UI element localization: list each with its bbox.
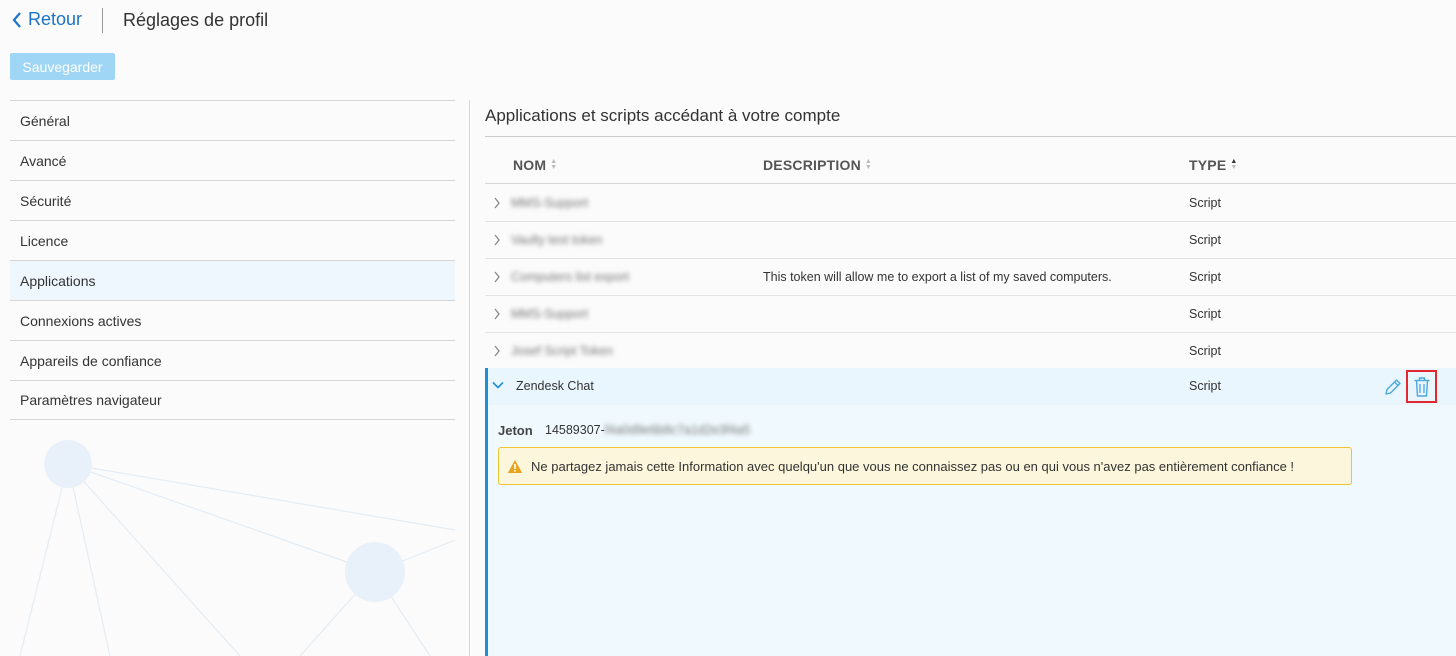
table-row[interactable]: MMS-Support Script	[485, 185, 1456, 222]
table-row[interactable]: Vaulty test token Script	[485, 222, 1456, 259]
sort-ascending-icon: ▲ ▼	[1230, 158, 1238, 171]
sidebar-item-security[interactable]: Sécurité	[10, 180, 455, 220]
chevron-right-icon	[494, 308, 500, 320]
table-row-expanded[interactable]: Zendesk Chat Script	[485, 368, 1456, 405]
row-name: Vaulty test token	[511, 233, 603, 247]
row-name: Zendesk Chat	[516, 379, 594, 393]
trash-icon	[1414, 376, 1429, 397]
sort-icon: ▲ ▼	[864, 158, 873, 171]
row-name: MMS-Support	[511, 307, 589, 321]
expanded-row-accent	[485, 368, 488, 656]
chevron-right-icon	[494, 271, 500, 283]
column-header-name[interactable]: NOM ▲ ▼	[513, 157, 557, 173]
row-type: Script	[1189, 379, 1221, 393]
title-rule	[485, 136, 1456, 137]
row-name: MMS-Support	[511, 196, 589, 210]
chevron-right-icon	[494, 234, 500, 246]
warning-text: Ne partagez jamais cette Information ave…	[531, 458, 1295, 474]
column-header-type[interactable]: TYPE ▲ ▼	[1189, 157, 1238, 173]
expanded-details: Jeton 14589307-f4a0d9e6b8c7a1d2e3f4a5 Ne…	[485, 405, 1456, 656]
header-divider	[102, 8, 103, 33]
sidebar-item-active-connections[interactable]: Connexions actives	[10, 300, 455, 340]
sidebar-item-applications[interactable]: Applications	[10, 260, 455, 300]
column-name-label: NOM	[513, 157, 547, 173]
chevron-left-icon	[12, 11, 21, 28]
token-label: Jeton	[498, 423, 533, 438]
column-type-label: TYPE	[1189, 157, 1227, 173]
row-type: Script	[1189, 344, 1221, 358]
chevron-right-icon	[494, 197, 500, 209]
pencil-icon[interactable]	[1383, 377, 1403, 397]
table-row[interactable]: Computers list export This token will al…	[485, 259, 1456, 296]
sidebar: Général Avancé Sécurité Licence Applicat…	[10, 100, 455, 420]
network-decoration	[19, 440, 456, 656]
warning-triangle-icon	[507, 459, 523, 473]
chevron-down-icon	[492, 381, 504, 389]
token-prefix: 14589307-	[545, 423, 605, 437]
sidebar-item-advanced[interactable]: Avancé	[10, 140, 455, 180]
column-divider	[469, 100, 470, 656]
sort-icon: ▲ ▼	[550, 158, 558, 171]
applications-panel: Applications et scripts accédant à votre…	[485, 100, 1456, 656]
top-bar: Retour Réglages de profil	[0, 0, 1456, 42]
sidebar-item-general[interactable]: Général	[10, 100, 455, 140]
warning-alert: Ne partagez jamais cette Information ave…	[498, 447, 1352, 485]
table-header: NOM ▲ ▼ DESCRIPTION ▲ ▼ TYPE ▲ ▼	[485, 144, 1456, 184]
chevron-right-icon	[494, 345, 500, 357]
back-link[interactable]: Retour	[12, 9, 82, 30]
sidebar-item-license[interactable]: Licence	[10, 220, 455, 260]
table-row[interactable]: MMS-Support Script	[485, 296, 1456, 333]
column-description-label: DESCRIPTION	[763, 157, 861, 173]
section-title: Applications et scripts accédant à votre…	[485, 106, 841, 125]
token-value[interactable]: 14589307-f4a0d9e6b8c7a1d2e3f4a5	[545, 423, 750, 437]
row-description: This token will allow me to export a lis…	[763, 270, 1112, 284]
row-name: Computers list export	[511, 270, 630, 284]
save-button[interactable]: Sauvegarder	[10, 53, 115, 80]
delete-button[interactable]	[1406, 370, 1437, 403]
page-title: Réglages de profil	[123, 10, 269, 30]
table-row[interactable]: Josef Script Token Script	[485, 333, 1456, 370]
sidebar-item-browser-settings[interactable]: Paramètres navigateur	[10, 380, 455, 420]
row-type: Script	[1189, 307, 1221, 321]
row-type: Script	[1189, 233, 1221, 247]
back-label: Retour	[28, 9, 83, 29]
row-name: Josef Script Token	[511, 344, 613, 358]
row-type: Script	[1189, 270, 1221, 284]
token-hidden: f4a0d9e6b8c7a1d2e3f4a5	[604, 423, 751, 437]
sidebar-item-trusted-devices[interactable]: Appareils de confiance	[10, 340, 455, 380]
row-type: Script	[1189, 196, 1221, 210]
column-header-description[interactable]: DESCRIPTION ▲ ▼	[763, 157, 872, 173]
